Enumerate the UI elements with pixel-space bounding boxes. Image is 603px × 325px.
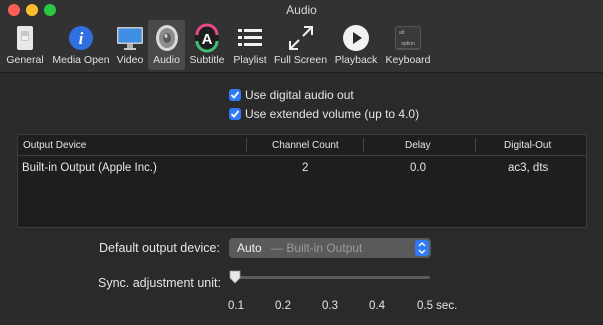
sync-slider-track[interactable] <box>233 276 430 279</box>
tab-label: Keyboard <box>385 54 431 66</box>
column-divider <box>475 138 476 152</box>
sync-tick-label: 0.4 <box>369 300 385 312</box>
sync-tick-label: 0.5 sec. <box>417 300 458 312</box>
cell-digital-out: ac3, dts <box>508 162 549 174</box>
preferences-toolbar: General i Media Open Video Audio A Subti… <box>0 20 603 73</box>
sync-slider-knob[interactable] <box>229 270 241 284</box>
tab-label: General <box>6 54 44 66</box>
sync-tick-label: 0.3 <box>322 300 338 312</box>
sync-tick-label: 0.1 <box>228 300 244 312</box>
minimize-window-button[interactable] <box>26 4 38 16</box>
monitor-icon <box>115 23 145 53</box>
zoom-window-button[interactable] <box>44 4 56 16</box>
cell-output-device: Built-in Output (Apple Inc.) <box>22 162 157 174</box>
keyboard-key-icon: alt option <box>393 23 423 53</box>
tab-keyboard[interactable]: alt option Keyboard <box>383 20 433 70</box>
tab-audio[interactable]: Audio <box>148 20 185 70</box>
general-switch-icon <box>10 23 40 53</box>
column-divider <box>363 138 364 152</box>
tab-label: Audio <box>153 54 180 66</box>
tab-label: Video <box>116 54 144 66</box>
default-output-device-label: Default output device: <box>99 241 220 255</box>
tab-media-open[interactable]: i Media Open <box>50 20 112 70</box>
extended-volume-label: Use extended volume (up to 4.0) <box>245 107 420 121</box>
svg-text:i: i <box>79 29 84 48</box>
select-value: Auto <box>237 241 262 255</box>
select-hint: — Built-in Output <box>271 241 363 255</box>
sync-tick-label: 0.2 <box>275 300 291 312</box>
checkbox-checked[interactable] <box>229 108 241 120</box>
column-divider <box>246 138 247 152</box>
close-window-button[interactable] <box>8 4 20 16</box>
window-title: Audio <box>286 3 317 17</box>
table-header: Output Device Channel Count Delay Digita… <box>18 135 586 156</box>
chevron-updown-icon <box>415 240 429 256</box>
tab-label: Media Open <box>52 54 110 66</box>
tab-playback[interactable]: Playback <box>332 20 380 70</box>
svg-text:A: A <box>202 31 213 48</box>
tab-label: Playback <box>334 54 378 66</box>
list-icon <box>235 23 265 53</box>
subtitle-a-icon: A <box>192 23 222 53</box>
digital-audio-label: Use digital audio out <box>245 88 354 102</box>
info-icon: i <box>66 23 96 53</box>
sync-adjustment-label: Sync. adjustment unit: <box>98 276 221 290</box>
tab-playlist[interactable]: Playlist <box>230 20 270 70</box>
title-bar: Audio <box>0 0 603 20</box>
table-row[interactable]: Built-in Output (Apple Inc.) 2 0.0 ac3, … <box>18 156 586 180</box>
tab-general[interactable]: General <box>5 20 45 70</box>
column-header-delay[interactable]: Delay <box>405 140 431 151</box>
play-icon <box>341 23 371 53</box>
expand-arrows-icon <box>286 23 316 53</box>
tab-label: Full Screen <box>273 54 328 66</box>
cell-delay: 0.0 <box>410 162 426 174</box>
default-output-device-select[interactable]: Auto — Built-in Output <box>229 238 431 258</box>
speaker-icon <box>152 23 182 53</box>
tab-label: Subtitle <box>189 54 225 66</box>
tab-subtitle[interactable]: A Subtitle <box>186 20 228 70</box>
key-bottom-text: option <box>401 41 415 47</box>
tab-full-screen[interactable]: Full Screen <box>273 20 328 70</box>
output-device-table: Output Device Channel Count Delay Digita… <box>17 134 587 228</box>
tab-video[interactable]: Video <box>113 20 147 70</box>
cell-channel-count: 2 <box>302 162 309 174</box>
checkbox-checked[interactable] <box>229 89 241 101</box>
key-top-text: alt <box>399 30 405 36</box>
column-header-channel-count[interactable]: Channel Count <box>272 140 339 151</box>
column-header-digital-out[interactable]: Digital-Out <box>504 140 551 151</box>
tab-label: Playlist <box>233 54 267 66</box>
column-header-output-device[interactable]: Output Device <box>23 140 86 151</box>
